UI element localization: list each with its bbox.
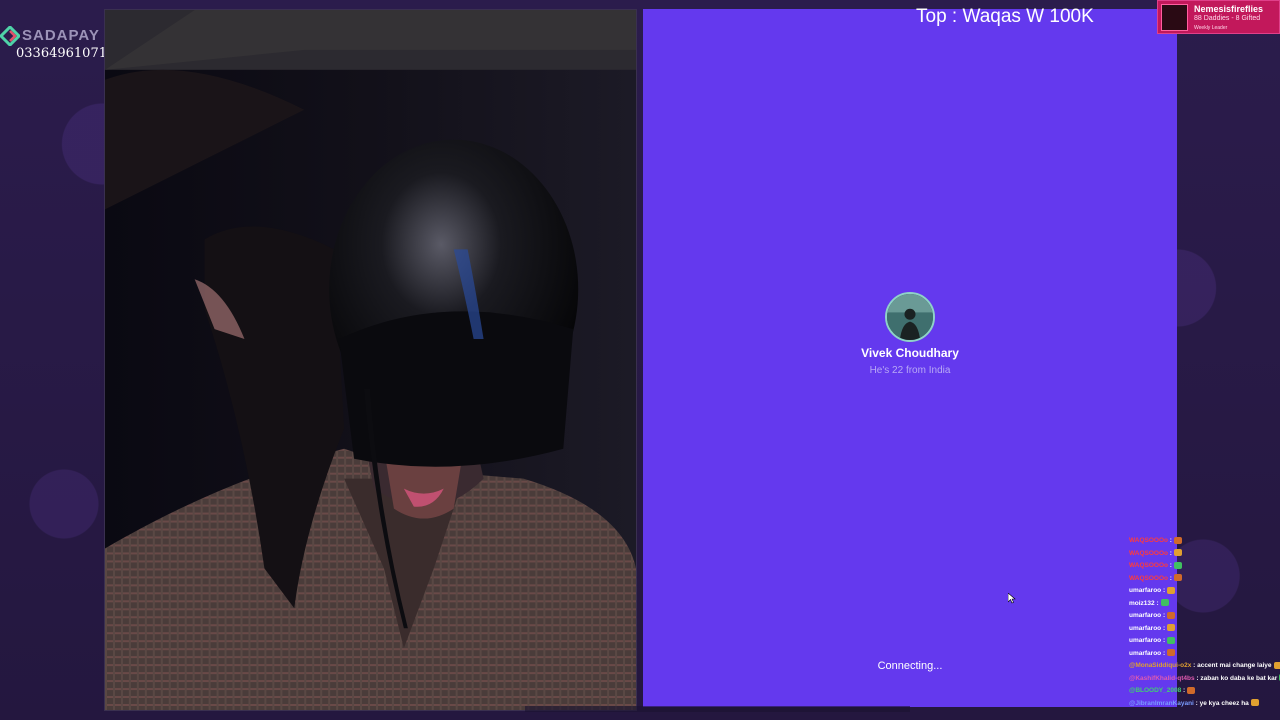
chat-message: @KashifKhalid-qt4bs : zaban ko daba ke b… [1129, 673, 1280, 686]
sadapay-number: 03364961071 [16, 46, 107, 61]
connection-status: Connecting... [877, 660, 943, 672]
chat-username: umarfaroo [1129, 587, 1162, 594]
chat-username: WAQSOOOo [1129, 562, 1168, 569]
chat-message: WAQSOOOo : [1129, 560, 1280, 573]
chat-message: umarfaroo : [1129, 585, 1280, 598]
chat-username: WAQSOOOo [1129, 574, 1168, 582]
chat-message: WAQSOOOo : [1129, 535, 1280, 548]
chat-text: : accent mai change laiye [1191, 662, 1272, 669]
chat-text: : [1181, 687, 1186, 694]
chat-username: @JibranImranKayani [1129, 699, 1194, 707]
chat-username: umarfaroo [1129, 649, 1162, 657]
chat-message: moiz132 : [1129, 598, 1280, 611]
chat-text: : [1161, 587, 1166, 594]
chat-username: @KashifKhalid-qt4bs [1129, 674, 1195, 682]
chat-text: : [1168, 574, 1172, 582]
chat-message: WAQSOOOo : [1129, 573, 1280, 586]
chat-text: : [1168, 549, 1172, 557]
bottom-bar [525, 706, 910, 712]
chat-text: : ye kya cheez ha [1193, 699, 1249, 707]
chat-emote-icon [1187, 686, 1196, 694]
leader-name: Nemesisfireflies [1194, 4, 1264, 14]
profile-avatar [885, 292, 935, 342]
chat-message: umarfaroo : [1129, 648, 1280, 661]
chat-message: @BLOODY_2008 : [1129, 685, 1280, 698]
chat-text: : [1161, 637, 1166, 644]
leader-stats: 88 Daddies - 8 Gifted [1194, 15, 1261, 22]
sadapay-branding: SADAPAY 03364961071 [0, 24, 107, 64]
chat-emote-icon [1167, 611, 1176, 619]
mouse-cursor-icon [1008, 593, 1016, 604]
chat-text: : [1168, 562, 1172, 569]
chat-emote-icon [1250, 699, 1259, 707]
chat-username: WAQSOOOo [1129, 549, 1168, 557]
leader-label: Weekly Leader [1194, 25, 1228, 31]
chat-message: umarfaroo : [1129, 610, 1280, 623]
chat-text: : zaban ko daba ke bat kar [1194, 674, 1278, 682]
profile-photo-icon [887, 294, 933, 340]
chat-username: umarfaroo [1129, 624, 1162, 632]
chat-message: WAQSOOOo : [1129, 548, 1280, 561]
profile-subtitle: He's 22 from India [869, 365, 951, 376]
chat-username: WAQSOOOo [1129, 537, 1168, 544]
chat-text: : [1154, 599, 1159, 607]
chat-text: : [1161, 624, 1166, 632]
sadapay-name: SADAPAY [22, 27, 100, 44]
chat-emote-icon [1173, 561, 1182, 569]
chat-emote-icon [1173, 549, 1182, 557]
chat-text: : [1161, 612, 1166, 619]
chat-username: umarfaroo [1129, 612, 1162, 619]
webcam-video [104, 9, 637, 711]
chat-emote-icon [1273, 661, 1280, 669]
chat-emote-icon [1167, 624, 1176, 632]
chat-message: umarfaroo : [1129, 635, 1280, 648]
profile-name: Vivek Choudhary [861, 346, 959, 360]
chat-emote-icon [1173, 574, 1182, 582]
chat-username: @BLOODY_2008 [1129, 687, 1182, 694]
chat-message: @JibranImranKayani : ye kya cheez ha [1129, 698, 1280, 711]
chat-overlay: WAQSOOOo : WAQSOOOo : WAQSOOOo : WAQSOOOo :… [1129, 535, 1280, 720]
chat-username: umarfaroo [1129, 637, 1162, 644]
sadapay-logo-icon [0, 26, 20, 46]
leader-avatar [1161, 4, 1188, 31]
chat-text: : [1161, 649, 1166, 657]
chat-username: moiz132 [1129, 599, 1155, 607]
chat-emote-icon [1167, 649, 1176, 657]
chat-emote-icon [1167, 586, 1176, 594]
chat-text: : [1168, 537, 1172, 544]
chat-username: @MonaSiddiqui-o2x [1129, 662, 1192, 669]
chat-emote-icon [1167, 636, 1176, 644]
chat-emote-icon [1173, 536, 1182, 544]
chat-message: umarfaroo : [1129, 623, 1280, 636]
chat-emote-icon [1160, 599, 1169, 607]
chat-message: @MonaSiddiqui-o2x : accent mai change la… [1129, 660, 1280, 673]
top-gifter-banner: Top : Waqas W 100K [916, 6, 1094, 27]
weekly-leader-card: Nemesisfireflies 88 Daddies - 8 Gifted W… [1157, 0, 1280, 34]
